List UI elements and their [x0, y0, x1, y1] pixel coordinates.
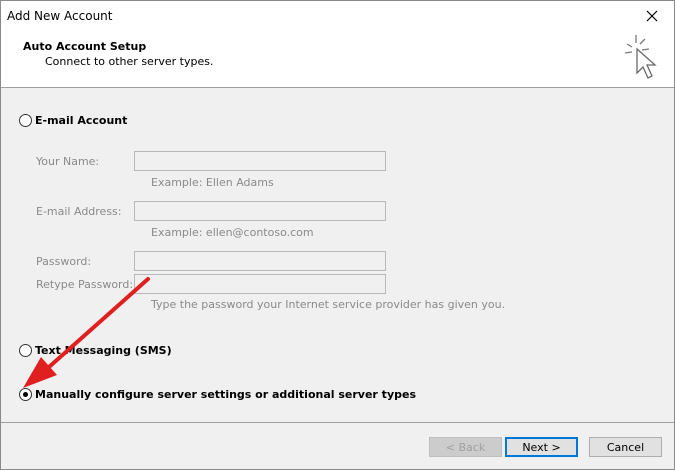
radio-circle [19, 114, 32, 127]
email-address-hint: Example: ellen@contoso.com [151, 226, 314, 239]
retype-password-label: Retype Password: [36, 278, 134, 291]
email-account-label: E-mail Account [35, 114, 128, 127]
email-account-radio[interactable]: E-mail Account [19, 114, 127, 127]
header-divider [1, 87, 674, 88]
radio-circle [19, 344, 32, 357]
page-subtitle: Connect to other server types. [45, 55, 214, 68]
radio-circle-selected [19, 388, 32, 401]
password-field[interactable] [134, 251, 386, 271]
manual-config-label: Manually configure server settings or ad… [35, 388, 416, 401]
add-new-account-dialog: Add New Account Auto Account Setup Conne… [0, 0, 675, 470]
your-name-hint: Example: Ellen Adams [151, 176, 274, 189]
retype-password-field[interactable] [134, 274, 386, 294]
next-button[interactable]: Next > [505, 437, 578, 457]
your-name-label: Your Name: [36, 155, 100, 168]
manual-config-radio[interactable]: Manually configure server settings or ad… [19, 388, 416, 401]
password-hint: Type the password your Internet service … [151, 298, 506, 311]
footer-divider [1, 422, 674, 423]
text-messaging-radio[interactable]: Text Messaging (SMS) [19, 344, 172, 357]
cancel-button[interactable]: Cancel [589, 437, 662, 457]
title-bar: Add New Account [1, 1, 674, 31]
text-messaging-label: Text Messaging (SMS) [35, 344, 172, 357]
email-address-field[interactable] [134, 201, 386, 221]
email-address-label: E-mail Address: [36, 205, 122, 218]
close-icon [646, 10, 658, 22]
password-label: Password: [36, 255, 92, 268]
back-button[interactable]: < Back [429, 437, 502, 457]
your-name-field[interactable] [134, 151, 386, 171]
cursor-sparkle-icon [624, 35, 657, 79]
window-title: Add New Account [7, 9, 113, 23]
page-title: Auto Account Setup [23, 40, 147, 53]
close-button[interactable] [630, 1, 674, 31]
wizard-header: Auto Account Setup Connect to other serv… [1, 31, 674, 87]
